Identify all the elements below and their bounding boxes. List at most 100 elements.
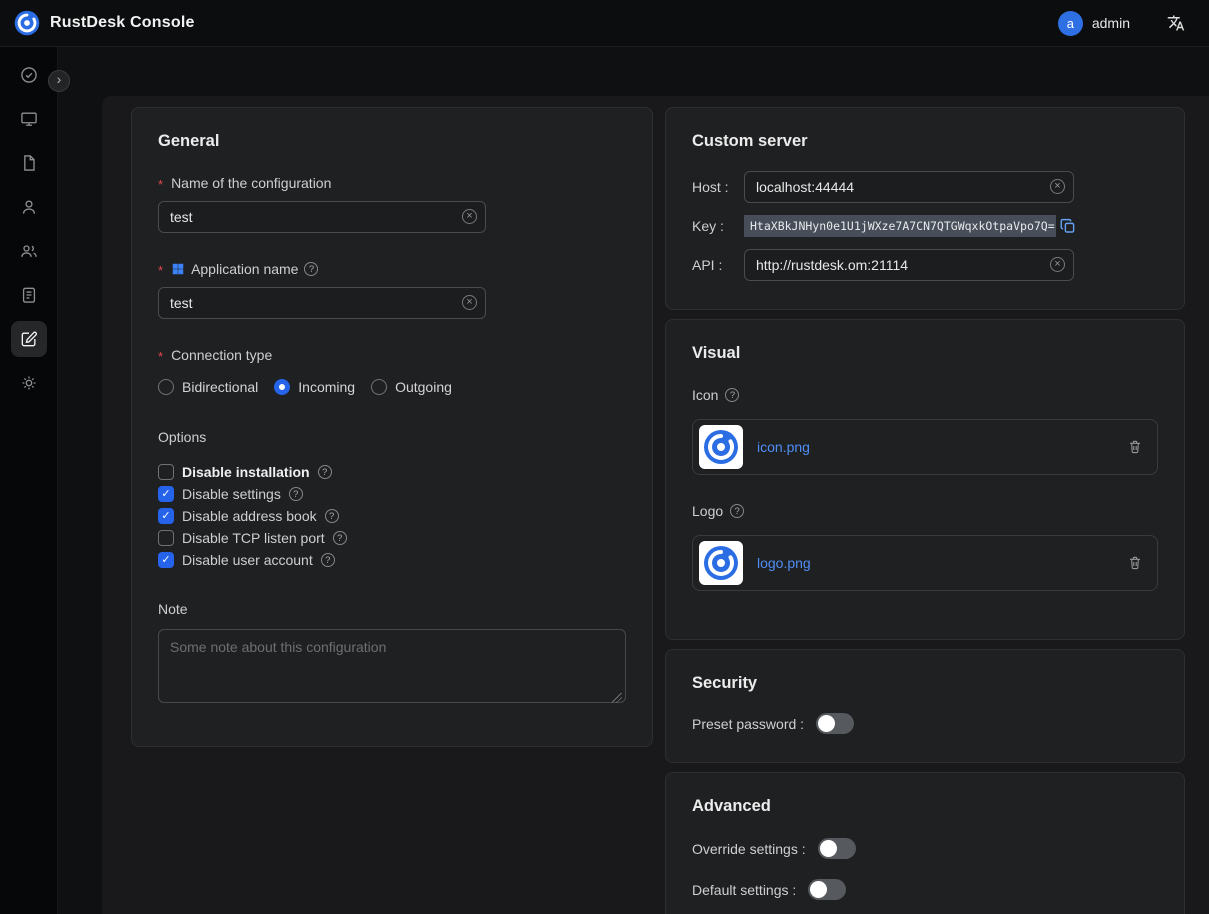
preset-password-row: Preset password :	[692, 713, 1158, 734]
sidebar-item-logs[interactable]	[11, 277, 47, 313]
required-asterisk	[158, 347, 165, 363]
checkbox	[158, 464, 174, 480]
visual-title: Visual	[692, 344, 1158, 363]
help-icon	[325, 509, 339, 523]
preset-password-toggle[interactable]	[816, 713, 854, 734]
clear-input-icon[interactable]	[462, 295, 477, 310]
configuration-name-input[interactable]	[158, 201, 486, 233]
toggle-knob	[820, 840, 837, 857]
override-settings-label: Override settings :	[692, 841, 806, 857]
user-name[interactable]: admin	[1092, 15, 1130, 31]
radio-button	[158, 379, 174, 395]
logo-file-link[interactable]: logo.png	[757, 555, 811, 571]
audit-log-icon	[19, 285, 39, 305]
radio-incoming[interactable]: Incoming	[274, 379, 355, 395]
icon-file-link[interactable]: icon.png	[757, 439, 810, 455]
user-avatar[interactable]: a	[1058, 11, 1083, 36]
sidebar-item-users[interactable]	[11, 233, 47, 269]
app-title: RustDesk Console	[50, 14, 195, 32]
rustdesk-logo-icon	[14, 10, 40, 36]
sidebar-item-settings[interactable]	[11, 365, 47, 401]
toggle-knob	[810, 881, 827, 898]
advanced-card: Advanced Override settings : Default set…	[665, 772, 1185, 914]
host-input[interactable]	[744, 171, 1074, 203]
delete-logo-button[interactable]	[1127, 555, 1143, 571]
application-name-input[interactable]	[158, 287, 486, 319]
help-icon	[321, 553, 335, 567]
icon-label-row: Icon	[692, 387, 1158, 403]
logo-label: Logo	[692, 503, 723, 519]
top-bar: RustDesk Console a admin	[0, 0, 1209, 47]
checkbox-disable-tcp-listen-port[interactable]: Disable TCP listen port	[158, 527, 626, 549]
api-label: API :	[692, 257, 744, 273]
content-panel: General Name of the configuration	[102, 96, 1209, 914]
translate-icon	[1167, 14, 1185, 32]
checkbox	[158, 530, 174, 546]
checkbox-label: Disable user account	[182, 552, 313, 568]
radio-label: Outgoing	[395, 379, 452, 395]
checkbox	[158, 508, 174, 524]
clear-input-icon[interactable]	[462, 209, 477, 224]
checkbox	[158, 486, 174, 502]
copy-key-button[interactable]	[1058, 216, 1078, 236]
sidebar-expand-button[interactable]	[48, 70, 70, 92]
checkbox-disable-settings[interactable]: Disable settings	[158, 483, 626, 505]
host-row: Host :	[692, 171, 1158, 203]
gear-icon	[19, 373, 39, 393]
preset-password-label: Preset password :	[692, 716, 804, 732]
resize-handle[interactable]	[612, 693, 622, 703]
default-settings-toggle[interactable]	[808, 879, 846, 900]
users-icon	[19, 241, 39, 261]
radio-outgoing[interactable]: Outgoing	[371, 379, 452, 395]
monitor-icon	[19, 109, 39, 129]
dashboard-icon	[19, 65, 39, 85]
radio-bidirectional[interactable]: Bidirectional	[158, 379, 258, 395]
rustdesk-logo-icon	[703, 429, 739, 465]
help-icon	[304, 262, 318, 276]
app-field-label-row: Application name	[158, 261, 626, 277]
trash-icon	[1127, 555, 1143, 571]
connection-type-label-row: Connection type	[158, 347, 626, 363]
document-icon	[19, 153, 39, 173]
note-textarea[interactable]	[158, 629, 626, 703]
note-textarea-wrapper	[158, 629, 626, 708]
help-icon	[730, 504, 744, 518]
clear-input-icon[interactable]	[1050, 179, 1065, 194]
key-value-box[interactable]: HtaXBkJNHyn0e1U1jWXze7A7CN7QTGWqxkOtpaVp…	[744, 215, 1056, 237]
custom-server-card: Custom server Host : Key : HtaXBkJNHyn0e…	[665, 107, 1185, 310]
help-icon	[333, 531, 347, 545]
sidebar-item-documents[interactable]	[11, 145, 47, 181]
general-card-title: General	[158, 132, 626, 151]
key-label: Key :	[692, 218, 744, 234]
sidebar-item-dashboard[interactable]	[11, 57, 47, 93]
required-asterisk	[158, 175, 165, 191]
brand: RustDesk Console	[14, 10, 195, 36]
sidebar-item-user[interactable]	[11, 189, 47, 225]
language-button[interactable]	[1167, 14, 1185, 32]
connection-type-label: Connection type	[171, 347, 272, 363]
override-settings-toggle[interactable]	[818, 838, 856, 859]
name-input-wrapper	[158, 201, 486, 233]
api-input[interactable]	[744, 249, 1074, 281]
clear-input-icon[interactable]	[1050, 257, 1065, 272]
sidebar-item-custom-client[interactable]	[11, 321, 47, 357]
security-card: Security Preset password :	[665, 649, 1185, 763]
sidebar-item-devices[interactable]	[11, 101, 47, 137]
windows-icon	[171, 262, 185, 276]
custom-server-title: Custom server	[692, 132, 1158, 151]
user-icon	[19, 197, 39, 217]
checkbox-disable-user-account[interactable]: Disable user account	[158, 549, 626, 571]
edit-icon	[19, 329, 39, 349]
logo-preview	[699, 541, 743, 585]
radio-button	[371, 379, 387, 395]
name-field-label-row: Name of the configuration	[158, 175, 626, 191]
default-settings-label: Default settings :	[692, 882, 796, 898]
checkbox-disable-installation[interactable]: Disable installation	[158, 461, 626, 483]
override-settings-row: Override settings :	[692, 838, 1158, 859]
checkbox-disable-address-book[interactable]: Disable address book	[158, 505, 626, 527]
key-value: HtaXBkJNHyn0e1U1jWXze7A7CN7QTGWqxkOtpaVp…	[750, 219, 1055, 233]
delete-icon-button[interactable]	[1127, 439, 1143, 455]
required-asterisk	[158, 261, 165, 277]
visual-card: Visual Icon icon.png	[665, 319, 1185, 640]
toggle-knob	[818, 715, 835, 732]
